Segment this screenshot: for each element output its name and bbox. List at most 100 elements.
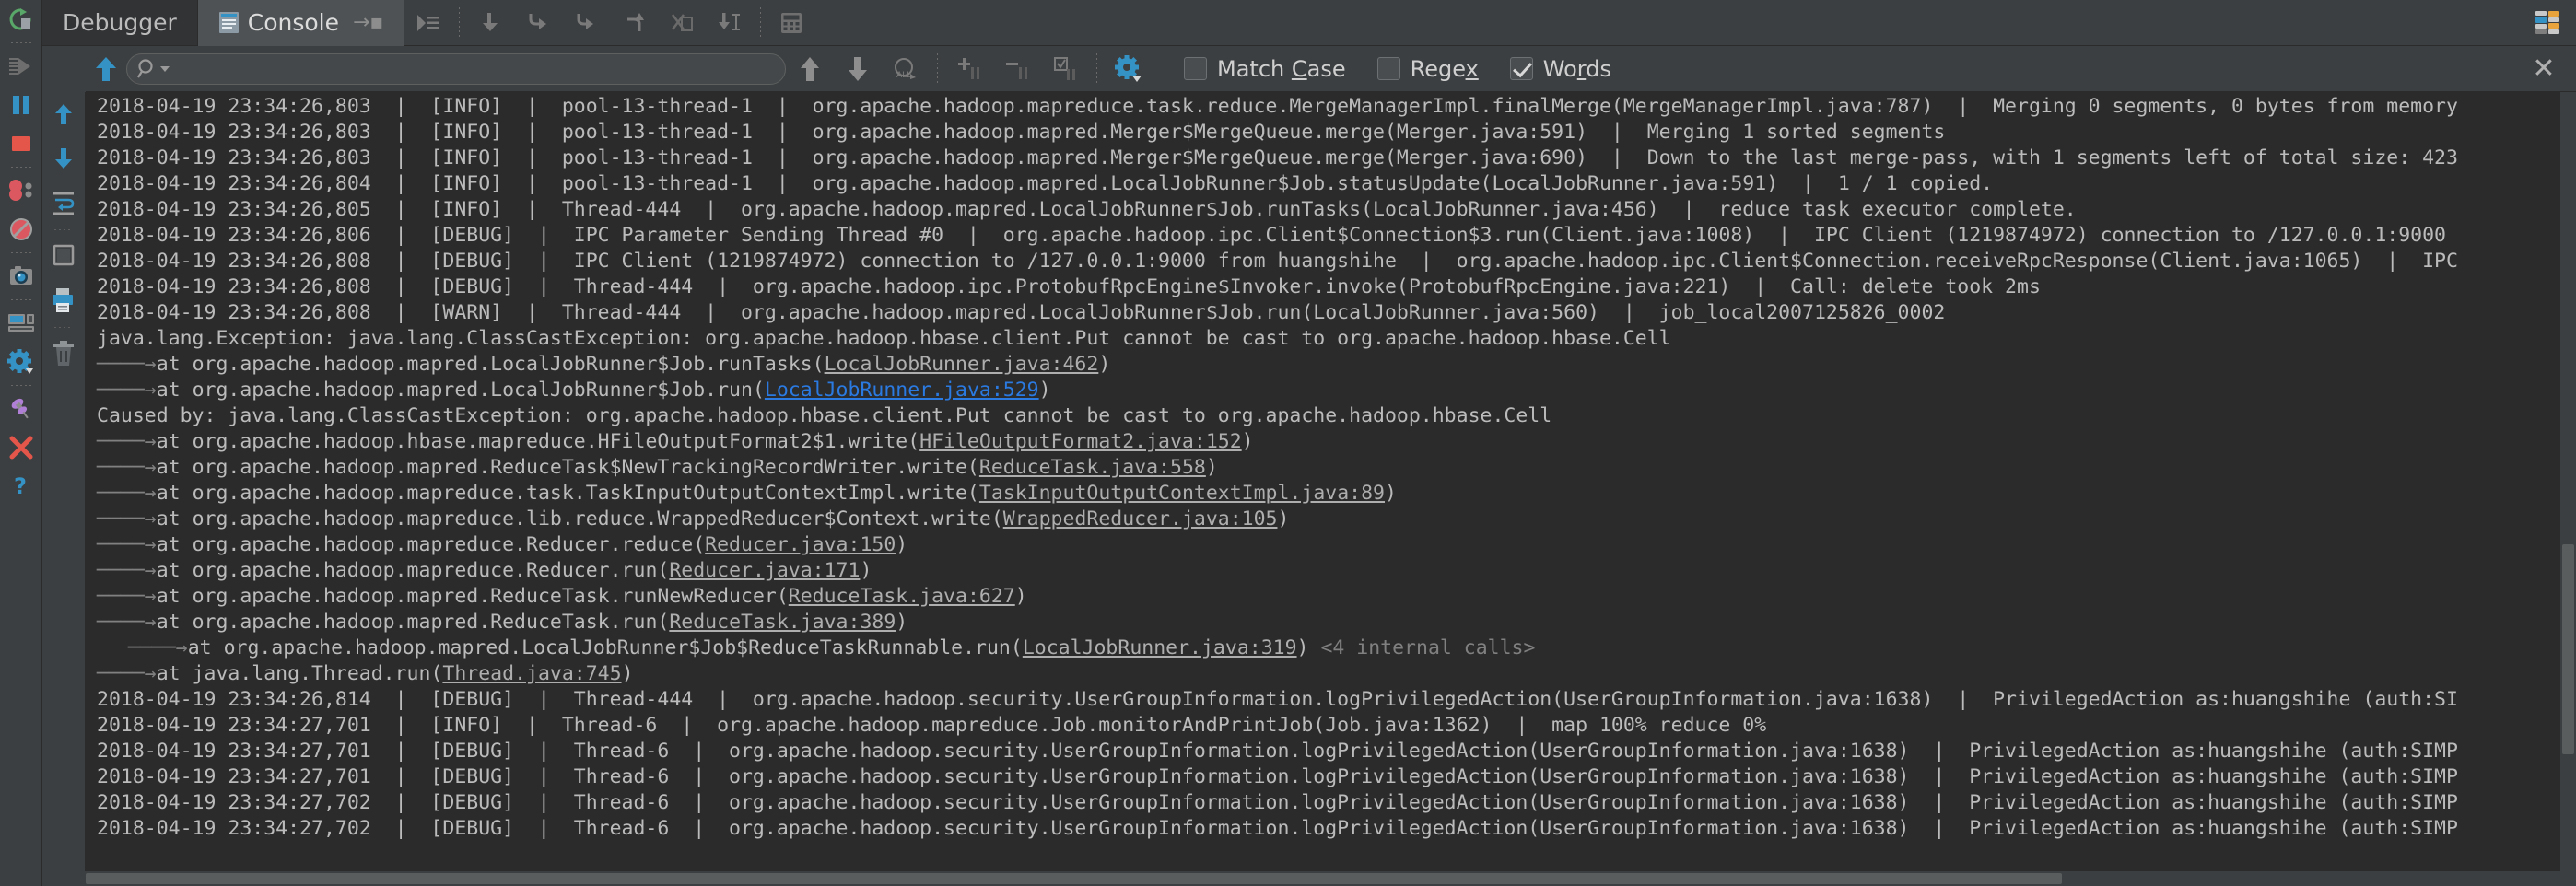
vertical-scrollbar-thumb[interactable]	[2562, 543, 2574, 755]
stack-frame-suffix: )	[896, 533, 908, 556]
console-stack-frame: ────→at org.apache.hadoop.mapred.ReduceT…	[86, 455, 2576, 481]
tab-console[interactable]: Console →▪	[197, 0, 405, 46]
force-step-into-icon[interactable]	[562, 1, 610, 45]
toolbar-separator	[9, 381, 33, 390]
stack-frame-link[interactable]: TaskInputOutputContextImpl.java:89	[979, 482, 1385, 505]
stack-frame-method: at org.apache.hadoop.hbase.mapreduce.HFi…	[156, 430, 920, 453]
rerun-icon[interactable]	[0, 0, 42, 39]
stack-frame-method: at org.apache.hadoop.mapred.ReduceTask$N…	[156, 456, 979, 479]
toolbar-separator	[52, 225, 76, 234]
console-stack-frame: ────→at org.apache.hadoop.mapred.ReduceT…	[86, 584, 2576, 610]
console-output[interactable]: 2018-04-19 23:34:26,803 | [INFO] | pool-…	[86, 92, 2576, 871]
stack-frame-method: at org.apache.hadoop.mapred.LocalJobRunn…	[156, 379, 765, 402]
stop-icon[interactable]	[0, 124, 42, 163]
drop-frame-icon[interactable]	[658, 1, 706, 45]
find-previous-icon[interactable]	[786, 46, 834, 92]
tab-console-label: Console	[247, 8, 339, 36]
search-input-wrapper[interactable]	[126, 52, 786, 85]
console-log-line: 2018-04-19 23:34:26,808 | [DEBUG] | IPC …	[97, 250, 2458, 273]
console-stack-frame: ────→at org.apache.hadoop.mapreduce.Redu…	[86, 532, 2576, 558]
gear-icon[interactable]	[0, 343, 42, 381]
stack-frame-link[interactable]: Thread.java:745	[442, 662, 621, 685]
mute-breakpoints-icon[interactable]	[0, 210, 42, 249]
soft-wrap-icon[interactable]	[42, 181, 86, 225]
filter-gear-icon[interactable]	[1105, 46, 1153, 92]
console-log-line: 2018-04-19 23:34:26,803 | [INFO] | pool-…	[97, 121, 1946, 144]
stack-frame-link[interactable]: Reducer.java:150	[705, 533, 896, 556]
select-all-icon[interactable]: ALL	[882, 46, 930, 92]
pin-tab-icon[interactable]	[0, 390, 42, 428]
stack-frame-link[interactable]: ReduceTask.java:389	[669, 611, 896, 634]
stack-frame-link[interactable]: ReduceTask.java:558	[979, 456, 1206, 479]
step-out-icon[interactable]	[610, 1, 658, 45]
main-column: Debugger Console →▪ ALL Match Case Regex…	[42, 0, 2576, 886]
scroll-to-end-icon[interactable]	[42, 234, 86, 278]
step-into-icon[interactable]	[514, 1, 562, 45]
pause-program-icon[interactable]	[0, 86, 42, 124]
words-checkbox[interactable]: Words	[1509, 56, 1611, 82]
help-icon[interactable]: ?	[0, 467, 42, 506]
match-case-box[interactable]	[1184, 57, 1207, 80]
horizontal-scrollbar-thumb[interactable]	[86, 873, 2062, 884]
regex-checkbox[interactable]: Regex	[1376, 56, 1479, 82]
close-icon[interactable]	[0, 428, 42, 467]
settings-layout-icon[interactable]	[0, 304, 42, 343]
match-case-checkbox[interactable]: Match Case	[1184, 56, 1346, 82]
step-over-icon[interactable]	[466, 1, 514, 45]
console-icon	[218, 11, 240, 34]
tab-debugger[interactable]: Debugger	[42, 0, 198, 46]
stack-frame-link[interactable]: Reducer.java:171	[669, 559, 860, 582]
stack-frame-link[interactable]: LocalJobRunner.java:319	[1023, 636, 1297, 659]
scroll-down-icon[interactable]	[42, 136, 86, 181]
scroll-up-icon[interactable]	[42, 92, 86, 136]
regex-box[interactable]	[1376, 57, 1400, 80]
print-icon[interactable]	[42, 278, 86, 322]
stack-frame-suffix: )	[1385, 482, 1397, 505]
svg-text:?: ?	[14, 473, 27, 499]
stack-frame-indent: ────→	[97, 379, 157, 402]
threads-indicator	[2532, 8, 2576, 38]
toggle-line-icon[interactable]	[1041, 46, 1089, 92]
stack-frame-link[interactable]: ReduceTask.java:627	[789, 585, 1015, 608]
view-breakpoints-icon[interactable]	[0, 171, 42, 210]
scroll-up-icon[interactable]	[86, 46, 126, 92]
find-next-icon[interactable]	[834, 46, 882, 92]
add-line-icon[interactable]	[945, 46, 993, 92]
stack-frame-link[interactable]: LocalJobRunner.java:462	[825, 353, 1099, 376]
stack-frame-suffix: )	[1014, 585, 1027, 608]
stack-frame-method: at org.apache.hadoop.mapred.ReduceTask.r…	[156, 585, 789, 608]
stack-frame-link[interactable]: HFileOutputFormat2.java:152	[919, 430, 1242, 453]
evaluate-expression-icon[interactable]	[767, 1, 815, 45]
horizontal-scrollbar[interactable]	[42, 871, 2576, 886]
words-box[interactable]	[1509, 57, 1533, 80]
show-execution-point-icon[interactable]	[404, 1, 452, 45]
tab-debugger-label: Debugger	[63, 9, 177, 36]
remove-line-icon[interactable]	[993, 46, 1041, 92]
close-find-bar-icon[interactable]: ✕	[2528, 52, 2559, 85]
search-input[interactable]	[170, 56, 774, 81]
get-thread-dump-icon[interactable]	[0, 257, 42, 296]
folded-frames-label[interactable]: <4 internal calls>	[1309, 636, 1535, 659]
console-stack-frame: ────→at org.apache.hadoop.mapred.ReduceT…	[86, 610, 2576, 635]
search-icon	[136, 58, 158, 80]
stack-frame-link[interactable]: WrappedReducer.java:105	[1003, 507, 1278, 530]
find-bar-gutter	[42, 45, 86, 92]
console-log-line: 2018-04-19 23:34:26,808 | [WARN] | Threa…	[97, 301, 1946, 324]
console-log-line: 2018-04-19 23:34:27,701 | [DEBUG] | Thre…	[97, 740, 2458, 763]
chevron-down-icon[interactable]	[159, 64, 170, 74]
toolbar-separator	[9, 249, 33, 257]
clear-all-icon[interactable]	[42, 332, 86, 376]
threads-icon[interactable]	[2532, 8, 2563, 38]
console-stack-frame: ────→at org.apache.hadoop.mapreduce.lib.…	[86, 507, 2576, 532]
match-case-label: Match Case	[1217, 55, 1346, 82]
stack-frame-indent: ────→	[97, 662, 157, 685]
vertical-scrollbar[interactable]	[2560, 92, 2576, 871]
run-to-cursor-icon[interactable]	[706, 1, 754, 45]
console-log-line: 2018-04-19 23:34:26,814 | [DEBUG] | Thre…	[97, 688, 2458, 711]
stack-frame-link[interactable]: LocalJobRunner.java:529	[765, 379, 1039, 402]
toolbar-separator	[9, 296, 33, 304]
stack-frame-suffix: )	[1241, 430, 1254, 453]
stack-frame-method: at org.apache.hadoop.mapreduce.lib.reduc…	[156, 507, 1003, 530]
resume-program-icon[interactable]	[0, 47, 42, 86]
toolbar-separator	[1096, 52, 1097, 85]
